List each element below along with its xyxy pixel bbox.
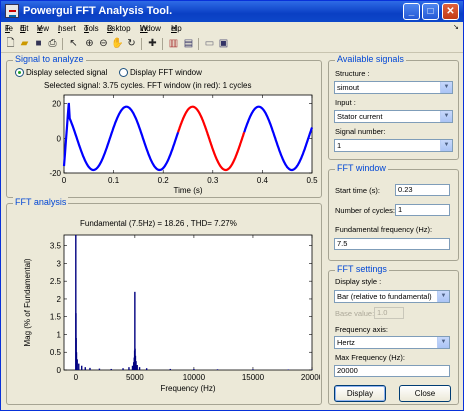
x-tick-label: 0.1 xyxy=(108,176,120,185)
title-bar[interactable]: Powergui FFT Analysis Tool. _ □ ✕ xyxy=(1,1,463,22)
radio-display-selected-signal[interactable]: Display selected signal xyxy=(15,68,107,77)
dock-arrow-icon[interactable]: ↘ xyxy=(453,23,459,31)
x-tick-label: 0.3 xyxy=(207,176,219,185)
structure-select[interactable]: simout ▼ xyxy=(334,81,453,94)
toolbar-separator xyxy=(198,38,199,50)
signal-x-axis-label: Time (s) xyxy=(173,186,202,195)
max-frequency-input[interactable]: 20000 xyxy=(334,365,450,377)
signal-plot[interactable]: 0 0.1 0.2 0.3 0.4 0.5-20020Time (s) xyxy=(8,91,320,196)
signal-plot-title: Selected signal: 3.75 cycles. FFT window… xyxy=(44,81,252,90)
pan-hand-icon[interactable]: ✋ xyxy=(111,37,124,50)
available-signals-legend: Available signals xyxy=(335,54,406,64)
fft-plot[interactable]: 0 5000 10000 15000 20000 0 0.5 1 1.5 2 2.5 3 3.5 Freq… xyxy=(8,229,320,404)
x-tick-label: 20000 xyxy=(301,373,320,382)
frequency-axis-select[interactable]: Hertz ▼ xyxy=(334,336,450,349)
toolbar-separator xyxy=(141,38,142,50)
fundamental-frequency-label: Fundamental frequency (Hz): xyxy=(335,225,433,234)
display-button[interactable]: Display xyxy=(334,385,386,402)
window-title: Powergui FFT Analysis Tool. xyxy=(23,5,173,17)
toolbar: 🗋 ▰ ■ ⎙ ↖ ⊕ ⊖ ✋ ↻ ✚ ▥ ▤ ▭ ▣ xyxy=(1,35,463,53)
toolbar-separator xyxy=(162,38,163,50)
close-button[interactable]: Close xyxy=(399,385,451,402)
pointer-icon[interactable]: ↖ xyxy=(67,37,80,50)
max-frequency-label: Max Frequency (Hz): xyxy=(335,353,406,362)
fft-tool-window: Powergui FFT Analysis Tool. _ □ ✕ File E… xyxy=(0,0,464,411)
zoom-in-icon[interactable]: ⊕ xyxy=(83,37,96,50)
available-signals-panel: Available signals Structure : simout ▼ In… xyxy=(328,54,459,160)
start-time-input[interactable]: 0.23 xyxy=(395,184,450,196)
y-tick-label: 20 xyxy=(52,100,61,109)
fft-window-panel: FFT window Start time (s): 0.23 Number o… xyxy=(328,163,459,261)
fft-y-axis-label: Mag (% of Fundamental) xyxy=(23,258,32,346)
signal-number-select[interactable]: 1 ▼ xyxy=(334,139,453,152)
y-tick-label: 0 xyxy=(57,366,62,375)
chevron-down-icon: ▼ xyxy=(440,140,452,151)
structure-label: Structure : xyxy=(335,69,370,78)
y-tick-label: 2 xyxy=(57,295,62,304)
fft-window-legend: FFT window xyxy=(335,163,388,173)
hide-plot-tools-icon[interactable]: ▭ xyxy=(203,37,216,50)
y-tick-label: 0 xyxy=(57,134,62,143)
frequency-axis-label: Frequency axis: xyxy=(335,325,388,334)
fft-settings-panel: FFT settings Display style : Bar (relati… xyxy=(328,264,459,405)
signal-panel-legend: Signal to analyze xyxy=(13,54,86,64)
save-icon[interactable]: ■ xyxy=(32,37,45,50)
number-of-cycles-input[interactable]: 1 xyxy=(395,204,450,216)
x-tick-label: 5000 xyxy=(126,373,144,382)
show-plot-tools-icon[interactable]: ▣ xyxy=(217,37,230,50)
toolbar-separator xyxy=(62,38,63,50)
fft-x-axis-label: Frequency (Hz) xyxy=(160,384,215,393)
x-tick-label: 0.4 xyxy=(257,176,269,185)
y-tick-label: 1.5 xyxy=(50,313,62,322)
display-style-label: Display style : xyxy=(335,277,382,286)
new-file-icon[interactable]: 🗋 xyxy=(4,37,17,50)
close-window-button[interactable]: ✕ xyxy=(442,3,459,20)
x-tick-label: 0.5 xyxy=(306,176,318,185)
radio-display-fft-window[interactable]: Display FFT window xyxy=(119,68,202,77)
y-tick-label: 0.5 xyxy=(50,348,62,357)
base-value-label: Base value: xyxy=(335,309,375,318)
rotate-3d-icon[interactable]: ↻ xyxy=(125,37,138,50)
signal-panel: Signal to analyze Display selected signa… xyxy=(6,54,322,198)
zoom-out-icon[interactable]: ⊖ xyxy=(97,37,110,50)
fft-analysis-panel: FFT analysis Fundamental (7.5Hz) = 18.26… xyxy=(6,197,322,405)
start-time-label: Start time (s): xyxy=(335,186,381,195)
print-icon[interactable]: ⎙ xyxy=(46,37,59,50)
fft-panel-legend: FFT analysis xyxy=(13,197,69,207)
chevron-down-icon: ▼ xyxy=(437,291,449,302)
minimize-button[interactable]: _ xyxy=(403,3,420,20)
fft-plot-title: Fundamental (7.5Hz) = 18.26 , THD= 7.27% xyxy=(80,219,237,228)
number-of-cycles-label: Number of cycles: xyxy=(335,206,396,215)
chevron-down-icon: ▼ xyxy=(437,337,449,348)
x-tick-label: 15000 xyxy=(242,373,265,382)
signal-number-label: Signal number: xyxy=(335,127,386,136)
base-value-input: 1.0 xyxy=(374,307,404,319)
colorbar-icon[interactable]: ▥ xyxy=(167,37,180,50)
x-tick-label: 0 xyxy=(74,373,79,382)
display-style-select[interactable]: Bar (relative to fundamental) ▼ xyxy=(334,290,450,303)
chevron-down-icon: ▼ xyxy=(440,82,452,93)
fft-settings-legend: FFT settings xyxy=(335,264,389,274)
x-tick-label: 0.2 xyxy=(158,176,170,185)
menu-bar: File Edit View Insert Tools Desktop Wind… xyxy=(5,23,459,33)
x-tick-label: 0 xyxy=(62,176,67,185)
input-label: Input : xyxy=(335,98,356,107)
x-tick-label: 10000 xyxy=(183,373,206,382)
open-folder-icon[interactable]: ▰ xyxy=(18,37,31,50)
input-select[interactable]: Stator current ▼ xyxy=(334,110,453,123)
legend-icon[interactable]: ▤ xyxy=(182,37,195,50)
fft-plot-area xyxy=(63,234,313,371)
fundamental-frequency-input[interactable]: 7.5 xyxy=(334,238,450,250)
maximize-button[interactable]: □ xyxy=(422,3,439,20)
chevron-down-icon: ▼ xyxy=(440,111,452,122)
y-tick-label: -20 xyxy=(49,169,61,178)
y-tick-label: 3.5 xyxy=(50,242,62,251)
y-tick-label: 1 xyxy=(57,330,62,339)
data-cursor-icon[interactable]: ✚ xyxy=(146,37,159,50)
powergui-app-icon xyxy=(5,4,19,18)
y-tick-label: 2.5 xyxy=(50,277,62,286)
y-tick-label: 3 xyxy=(57,259,62,268)
